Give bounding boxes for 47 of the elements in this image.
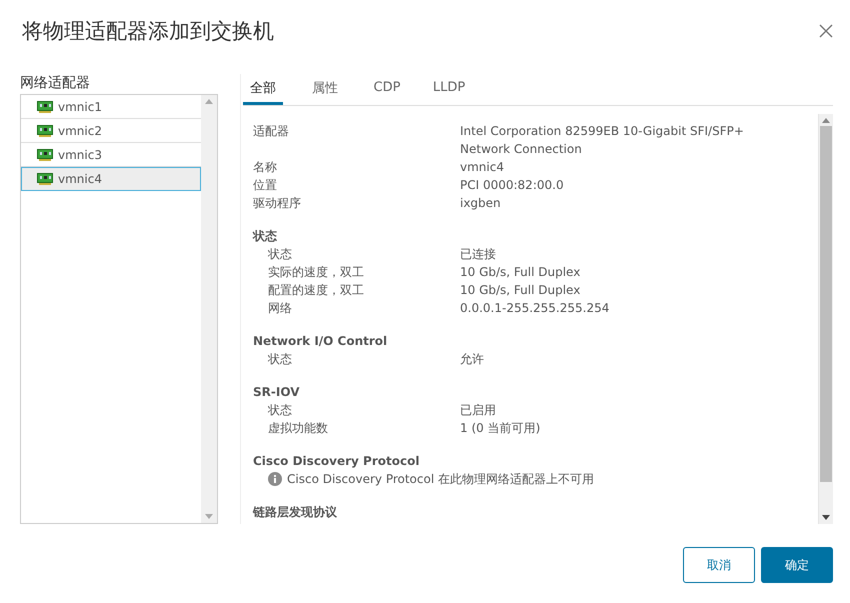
field-label: 名称 (253, 159, 278, 176)
field-label: 状态 (267, 402, 293, 419)
field-value: 0.0.0.1-255.255.255.254 (460, 300, 610, 317)
tab[interactable]: LLDP (429, 77, 469, 105)
field-label: 适配器 (253, 123, 290, 140)
field-value: ixgben (460, 195, 502, 212)
cancel-button[interactable]: 取消 (683, 547, 755, 583)
tab[interactable]: CDP (367, 77, 407, 105)
tab[interactable]: 属性 (305, 77, 345, 105)
field-value: 1 (0 当前可用) (460, 420, 542, 437)
up-arrow-icon[interactable] (205, 99, 213, 104)
close-icon[interactable] (818, 23, 834, 39)
dialog-title: 将物理适配器添加到交换机 (22, 18, 274, 45)
network-card-icon (37, 172, 53, 184)
field-label: 状态 (267, 246, 293, 263)
field-value: 10 Gb/s, Full Duplex (460, 282, 582, 299)
field-label: 虚拟功能数 (267, 420, 329, 437)
scrollbar[interactable] (201, 95, 217, 523)
section-heading: 状态 (253, 228, 278, 245)
up-arrow-icon[interactable] (822, 118, 830, 123)
down-arrow-icon[interactable] (822, 515, 830, 520)
adapter-item[interactable]: vmnic4 (21, 167, 201, 191)
section-heading: Cisco Discovery Protocol (253, 453, 420, 470)
panel-heading: 网络适配器 (20, 74, 91, 91)
network-card-icon (37, 124, 53, 136)
field-value: 允许 (460, 351, 485, 368)
field-label: 配置的速度，双工 (267, 282, 365, 299)
network-card-icon (37, 148, 53, 160)
field-label: 位置 (253, 177, 278, 194)
tab[interactable]: 全部 (243, 77, 283, 105)
section-heading: Network I/O Control (253, 333, 388, 350)
network-card-icon (37, 100, 53, 112)
field-label: 驱动程序 (253, 195, 302, 212)
field-value: vmnic4 (460, 159, 505, 176)
section-heading: SR-IOV (253, 384, 300, 401)
field-value: PCI 0000:82:00.0 (460, 177, 565, 194)
info-icon (268, 472, 282, 486)
confirm-button[interactable]: 确定 (761, 547, 833, 583)
field-label: 实际的速度，双工 (267, 264, 365, 281)
field-value: 10 Gb/s, Full Duplex (460, 264, 582, 281)
field-value: 已启用 (460, 402, 497, 419)
info-message: Cisco Discovery Protocol 在此物理网络适配器上不可用 (287, 471, 594, 488)
field-label: 网络 (267, 300, 293, 317)
field-label: 状态 (267, 351, 293, 368)
field-value: 已连接 (460, 246, 497, 263)
scrollbar[interactable] (818, 114, 833, 524)
section-heading: 链路层发现协议 (253, 504, 338, 521)
